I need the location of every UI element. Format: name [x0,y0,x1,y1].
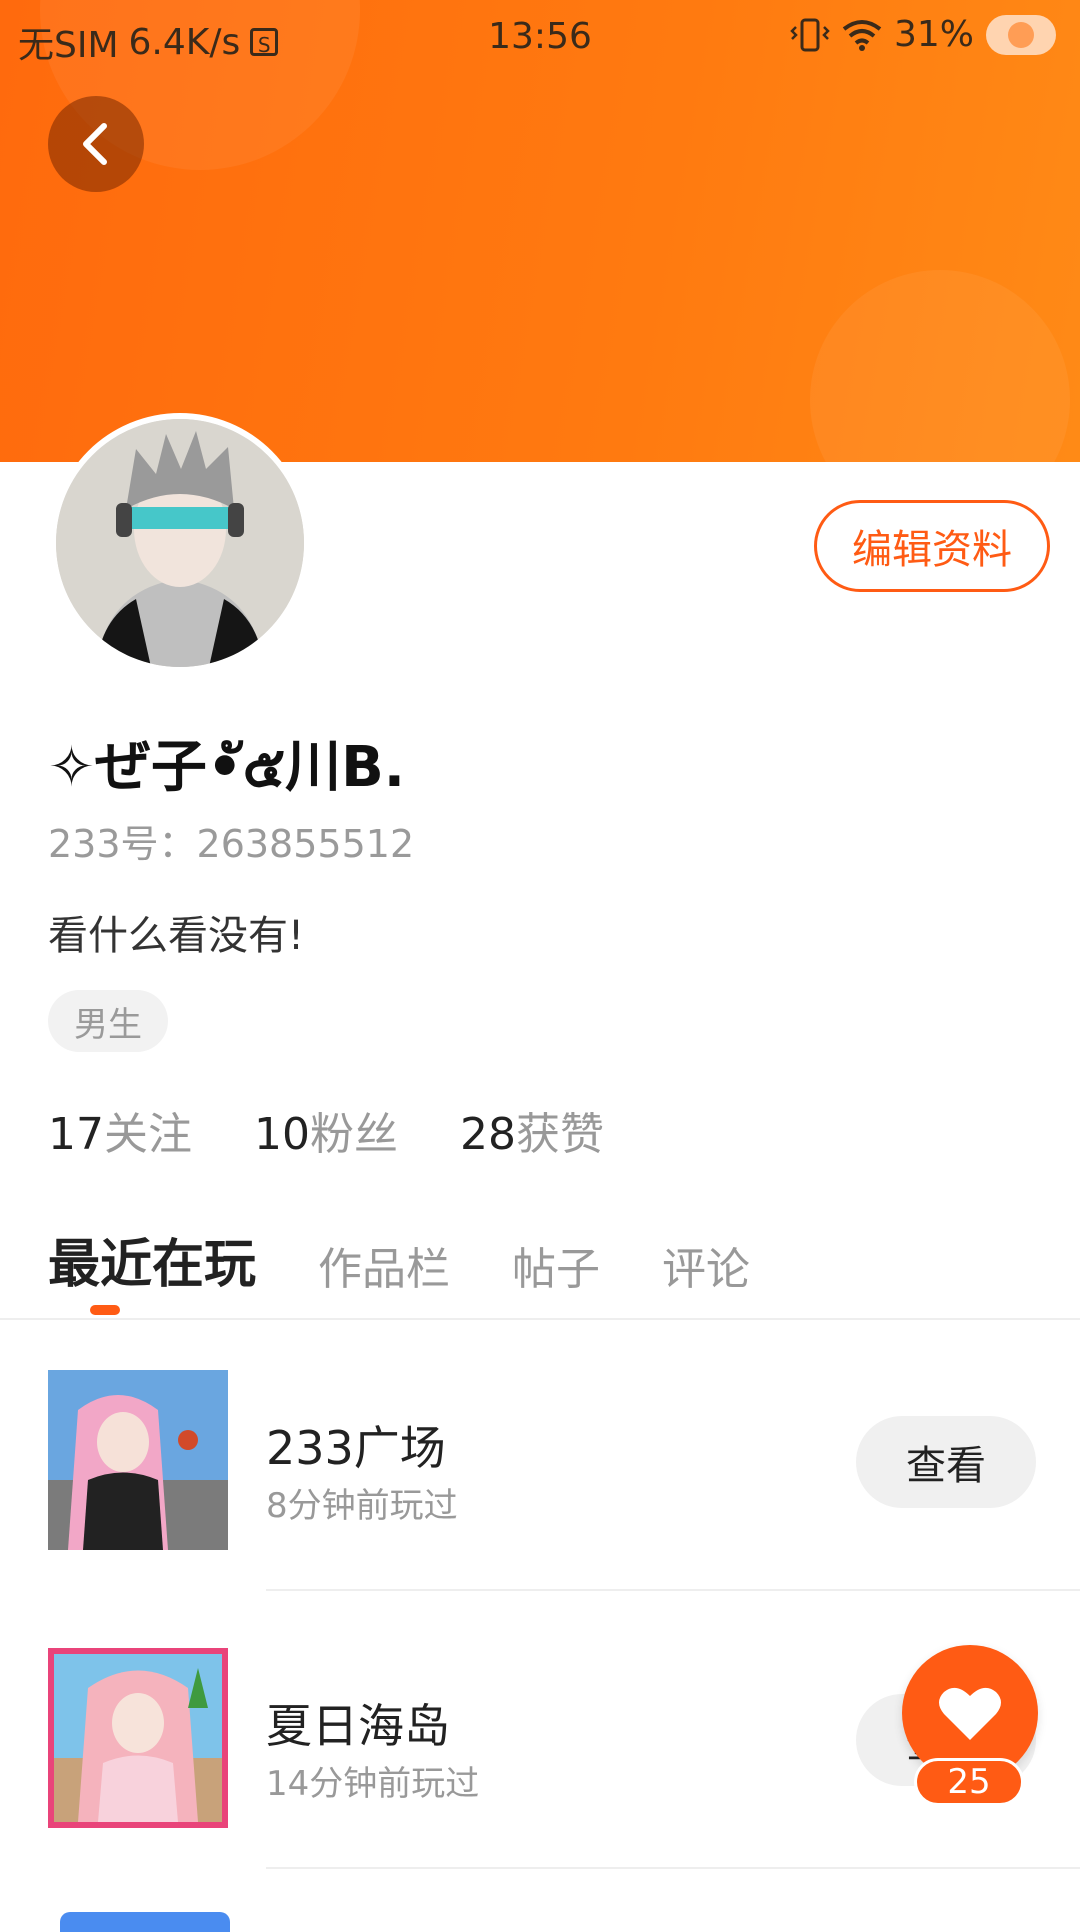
battery-icon [986,14,1056,55]
stat-number: 10 [254,1109,310,1160]
avatar[interactable] [50,413,310,673]
gender-badge: 男生 [48,990,168,1052]
game-title: 233广场 [266,1421,446,1475]
banner-decoration [810,270,1070,462]
profile-header-banner: 无SIM 6.4K/s S 13:56 31% [0,0,1080,462]
wifi-icon [842,19,882,51]
tab-recently-played[interactable]: 最近在玩 [48,1222,256,1297]
back-button[interactable] [48,96,144,192]
stat-number: 17 [48,1109,104,1160]
bio-text: 看什么看没有! [48,913,305,959]
vibrate-icon [790,18,830,51]
list-item[interactable]: 233广场 8分钟前玩过 查看 [0,1320,1080,1600]
view-game-button[interactable]: 查看 [856,1416,1036,1508]
tab-comments[interactable]: 评论 [662,1233,750,1297]
game-last-played: 8分钟前玩过 [266,1486,458,1526]
stat-label: 关注 [104,1109,192,1160]
battery-percent: 31% [893,14,974,55]
game-last-played: 14分钟前玩过 [266,1764,480,1804]
list-divider [266,1589,1080,1591]
list-divider [266,1867,1080,1869]
stat-label: 获赞 [516,1109,604,1160]
stat-fans[interactable]: 10粉丝 [254,1098,398,1162]
tab-posts[interactable]: 帖子 [512,1233,600,1297]
game-thumbnail [48,1370,228,1550]
profile-tabs: 最近在玩 作品栏 帖子 评论 [48,1222,750,1297]
active-tab-indicator [90,1305,120,1315]
stat-likes[interactable]: 28获赞 [460,1098,604,1162]
avatar-image [56,419,304,667]
stat-number: 28 [460,1109,516,1160]
username: ✧ぜ子•ั๕川Β. [48,735,406,800]
status-right: 31% [790,14,1056,55]
game-thumbnail [48,1648,228,1828]
tab-works[interactable]: 作品栏 [318,1233,450,1297]
stat-label: 粉丝 [310,1109,398,1160]
edit-profile-button[interactable]: 编辑资料 [814,500,1050,592]
stat-following[interactable]: 17关注 [48,1098,192,1162]
chevron-left-icon [83,123,107,165]
game-title: 夏日海岛 [266,1699,450,1753]
user-id: 233号：263855512 [48,822,415,866]
heart-icon [939,1687,1001,1740]
next-item-thumbnail-peek [60,1912,230,1932]
profile-stats: 17关注 10粉丝 28获赞 [48,1098,604,1162]
like-count-badge: 25 [914,1758,1024,1806]
status-bar: 无SIM 6.4K/s S 13:56 31% [0,0,1080,76]
